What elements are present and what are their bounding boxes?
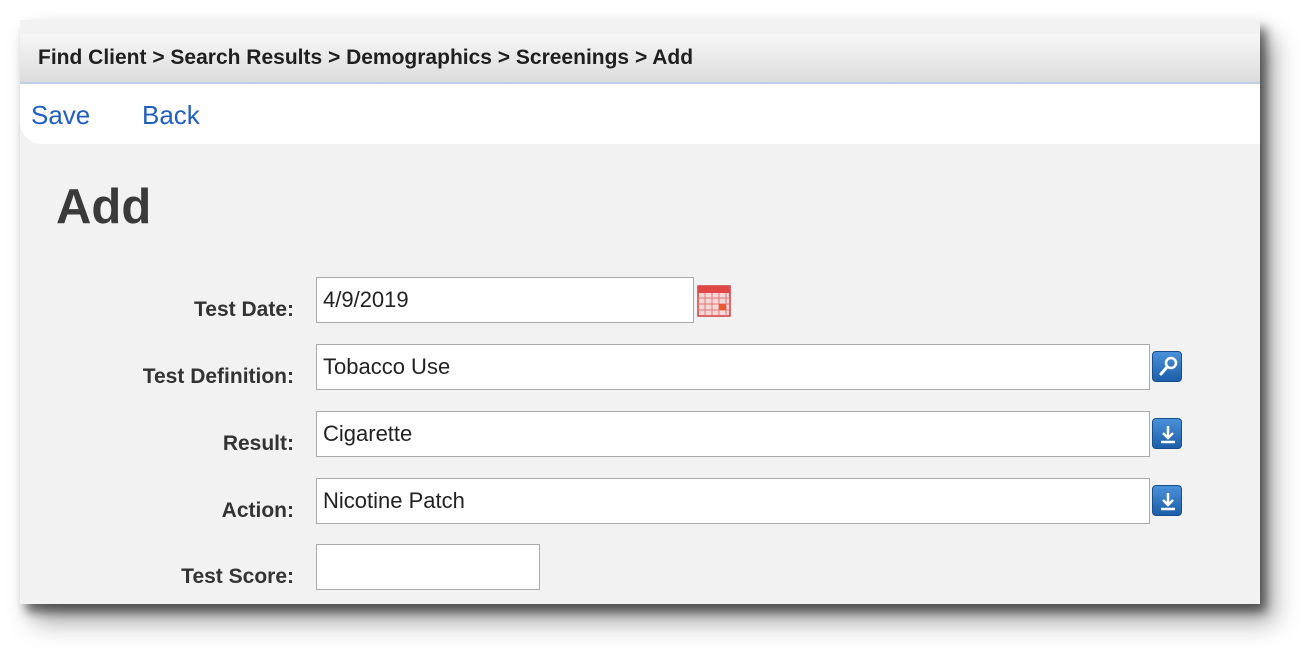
breadcrumb-bar: Find Client > Search Results > Demograph… <box>20 34 1260 84</box>
action-input[interactable] <box>316 478 1150 524</box>
save-button[interactable]: Save <box>31 100 90 131</box>
calendar-icon[interactable] <box>696 282 732 318</box>
search-icon <box>1159 356 1178 376</box>
action-label: Action: <box>221 499 294 522</box>
test-definition-input[interactable] <box>316 344 1150 390</box>
download-arrow-icon <box>1161 426 1175 444</box>
result-input[interactable] <box>316 411 1150 457</box>
breadcrumb: Find Client > Search Results > Demograph… <box>38 46 694 69</box>
test-definition-label: Test Definition: <box>142 365 294 388</box>
test-date-label: Test Date: <box>194 298 294 321</box>
test-score-label: Test Score: <box>181 565 294 588</box>
lookup-button[interactable] <box>1152 351 1182 382</box>
action-bar: Save Back <box>20 84 1260 144</box>
result-label: Result: <box>222 432 294 455</box>
test-date-input[interactable] <box>316 277 694 323</box>
test-score-input[interactable] <box>316 544 540 590</box>
screenshot-stage: Find Client > Search Results > Demograph… <box>0 0 1307 654</box>
back-button[interactable]: Back <box>142 100 200 131</box>
action-dropdown-button[interactable] <box>1152 485 1182 516</box>
app-window: Find Client > Search Results > Demograph… <box>20 20 1260 604</box>
page-title: Add <box>56 180 152 234</box>
result-dropdown-button[interactable] <box>1152 418 1182 449</box>
download-arrow-icon <box>1161 493 1175 511</box>
